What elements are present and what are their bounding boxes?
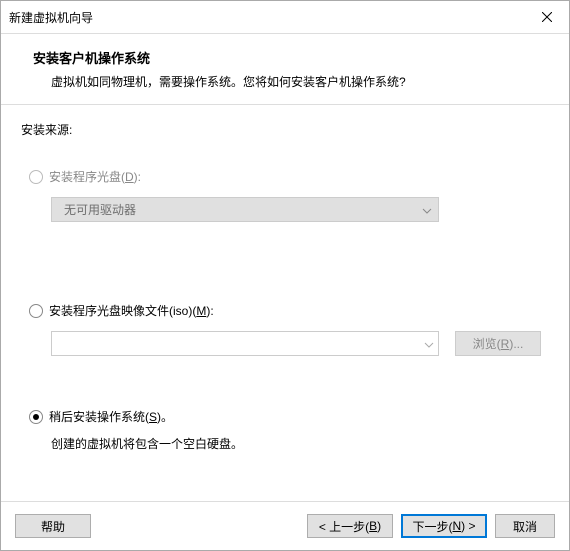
- close-button[interactable]: [524, 1, 569, 33]
- wizard-footer: 帮助 < 上一步(B) 下一步(N) > 取消: [1, 501, 569, 550]
- window-title: 新建虚拟机向导: [9, 9, 93, 26]
- page-description: 虚拟机如同物理机，需要操作系统。您将如何安装客户机操作系统?: [51, 73, 549, 90]
- wizard-header: 安装客户机操作系统 虚拟机如同物理机，需要操作系统。您将如何安装客户机操作系统?: [1, 34, 569, 105]
- next-button[interactable]: 下一步(N) >: [401, 514, 487, 538]
- radio-label: 安装程序光盘映像文件(iso)(M):: [49, 302, 214, 319]
- radio-installer-disc: 安装程序光盘(D):: [29, 168, 549, 185]
- radio-label: 安装程序光盘(D):: [49, 168, 141, 185]
- source-label: 安装来源:: [21, 121, 549, 138]
- help-button[interactable]: 帮助: [15, 514, 91, 538]
- page-title: 安装客户机操作系统: [33, 48, 549, 67]
- iso-path-combobox[interactable]: [51, 331, 439, 356]
- radio-iso-file[interactable]: 安装程序光盘映像文件(iso)(M):: [29, 302, 549, 319]
- radio-icon: [29, 170, 43, 184]
- browse-button: 浏览(R)...: [455, 331, 541, 356]
- chevron-down-icon: [422, 203, 432, 217]
- cancel-button[interactable]: 取消: [495, 514, 555, 538]
- radio-icon: [29, 410, 43, 424]
- titlebar: 新建虚拟机向导: [1, 1, 569, 34]
- wizard-body: 安装来源: 安装程序光盘(D): 无可用驱动器 安装程序光盘映像文件(iso)(…: [1, 105, 569, 501]
- radio-icon: [29, 304, 43, 318]
- radio-install-later[interactable]: 稍后安装操作系统(S)。: [29, 408, 549, 425]
- dropdown-value: 无可用驱动器: [64, 201, 136, 218]
- install-later-desc: 创建的虚拟机将包含一个空白硬盘。: [51, 435, 549, 452]
- close-icon: [542, 11, 552, 24]
- chevron-down-icon: [424, 337, 434, 351]
- wizard-window: 新建虚拟机向导 安装客户机操作系统 虚拟机如同物理机，需要操作系统。您将如何安装…: [0, 0, 570, 551]
- radio-label: 稍后安装操作系统(S)。: [49, 408, 173, 425]
- disc-drive-dropdown: 无可用驱动器: [51, 197, 439, 222]
- back-button[interactable]: < 上一步(B): [307, 514, 393, 538]
